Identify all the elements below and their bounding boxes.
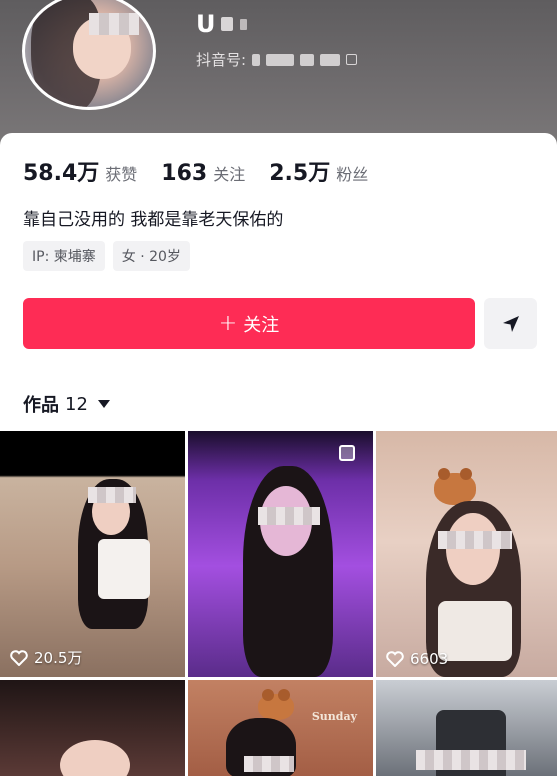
follow-button-label: 关注: [243, 314, 280, 336]
username-row: U: [196, 10, 247, 38]
heart-icon: [386, 651, 404, 667]
profile-header: U 抖音号:: [0, 0, 557, 145]
works-label: 作品: [23, 395, 59, 416]
douyin-id-mask: [320, 53, 341, 66]
copy-icon[interactable]: [346, 54, 358, 65]
like-count-value: 6603: [410, 650, 449, 668]
works-count: 12: [65, 393, 88, 415]
stats-row: 58.4万 获赞 163 关注 2.5万 粉丝: [23, 155, 392, 187]
thumbnail-outfit: [98, 539, 150, 599]
video-thumbnail[interactable]: [188, 431, 373, 677]
username-mosaic-small: [239, 18, 247, 30]
douyin-id-row: 抖音号:: [196, 49, 358, 70]
video-thumbnail[interactable]: Sunday: [188, 680, 373, 776]
video-thumbnail[interactable]: [0, 680, 185, 776]
gender-age-tag: 女 · 20岁: [112, 241, 190, 271]
send-arrow-icon: [502, 315, 519, 332]
avatar[interactable]: [22, 0, 156, 110]
ip-location-tag: IP: 柬埔寨: [23, 241, 105, 271]
image-mosaic: [416, 750, 526, 770]
douyin-id-label: 抖音号:: [196, 51, 247, 69]
face-mosaic: [258, 507, 320, 525]
caret-down-icon: [97, 400, 110, 408]
username: U: [196, 10, 217, 38]
douyin-id-mask: [300, 53, 315, 66]
works-tab[interactable]: 作品 12: [23, 391, 110, 417]
like-count-value: 20.5万: [34, 649, 83, 667]
following-label[interactable]: 关注: [213, 161, 245, 185]
douyin-id-mask: [252, 53, 261, 66]
video-thumbnail[interactable]: 20.5万: [0, 431, 185, 677]
like-count: 20.5万: [10, 647, 82, 668]
thumbnail-outfit: [438, 601, 512, 661]
profile-tags: IP: 柬埔寨 女 · 20岁: [23, 241, 190, 271]
video-grid: 20.5万 6603 Sunday: [0, 431, 557, 776]
plus-icon: +: [218, 310, 238, 336]
following-count[interactable]: 163: [161, 161, 207, 186]
douyin-id-mask: [266, 53, 295, 66]
multi-image-icon: [339, 445, 355, 461]
followers-count[interactable]: 2.5万: [269, 155, 330, 187]
share-button[interactable]: [484, 298, 537, 349]
like-count: 6603: [386, 650, 448, 668]
bio-text: 靠自己没用的 我都是靠老天保佑的: [23, 210, 284, 230]
username-mosaic: [220, 17, 233, 31]
thumbnail-face: [60, 740, 130, 776]
avatar-mosaic: [89, 13, 139, 35]
bear-sticker: [258, 689, 294, 720]
face-mosaic: [438, 531, 512, 549]
face-mosaic: [88, 487, 136, 503]
face-mosaic: [244, 756, 294, 772]
thumbnail-face: [446, 513, 500, 585]
video-thumbnail[interactable]: [376, 680, 557, 776]
video-thumbnail[interactable]: 6603: [376, 431, 557, 677]
followers-label[interactable]: 粉丝: [336, 161, 368, 185]
likes-label: 获赞: [105, 165, 138, 184]
likes-count: 58.4万: [23, 161, 100, 186]
heart-icon: [10, 649, 28, 666]
profile-card: 58.4万 获赞 163 关注 2.5万 粉丝 靠自己没用的 我都是靠老天保佑的…: [0, 133, 557, 776]
sunday-sticker: Sunday: [311, 710, 357, 723]
follow-button[interactable]: + 关注: [23, 298, 475, 349]
